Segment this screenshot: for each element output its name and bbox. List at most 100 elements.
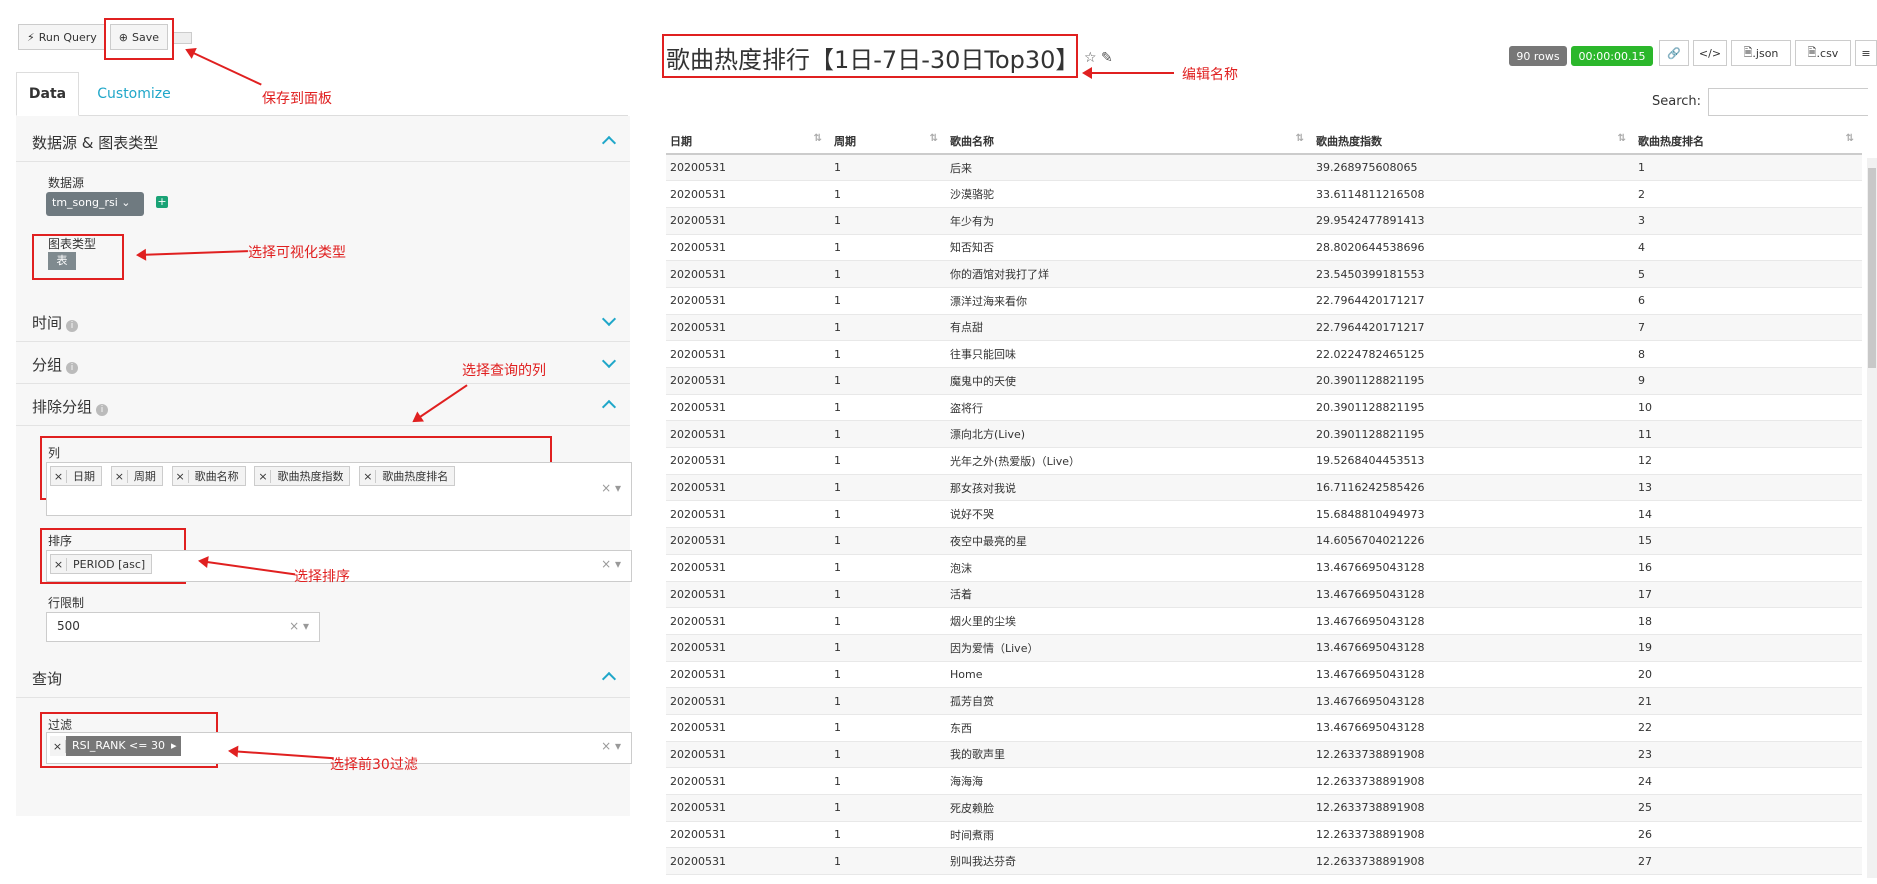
table-cell: 1 (830, 847, 946, 876)
edit-icon[interactable]: ✎ (1101, 50, 1113, 66)
table-row: 20200531 1 魔鬼中的天使 20.3901128821195 9 (666, 367, 1862, 395)
table-row: 20200531 1 有点甜 22.7964420171217 7 (666, 314, 1862, 342)
table-cell: 13.4676695043128 (1312, 714, 1634, 742)
table-cell: 20200531 (666, 260, 830, 288)
file-icon: 🗎 (1743, 45, 1753, 59)
search-label: Search: (1652, 94, 1702, 109)
menu-button[interactable]: ≡ (1855, 40, 1877, 66)
ordering-label: 排序 (48, 534, 73, 548)
columns-select[interactable]: × 日期 × 周期 × 歌曲名称 × 歌曲热度指数 × 歌曲热度排名 × ▾ (46, 462, 632, 516)
table-row: 20200531 1 时间煮雨 12.2633738891908 26 (666, 821, 1862, 849)
datasource-select[interactable]: tm_song_rsi ⌄ (46, 192, 144, 216)
filter-label: 过滤 (48, 718, 73, 732)
clear-icon[interactable]: × ▾ (601, 557, 621, 571)
table-cell: 22.7964420171217 (1312, 287, 1634, 315)
column-chip[interactable]: × 日期 (50, 466, 102, 486)
table-cell: 20200531 (666, 474, 830, 502)
table-cell: 时间煮雨 (946, 821, 1312, 849)
run-query-button[interactable]: ⚡ Run Query (18, 24, 106, 50)
table-cell: 20200531 (666, 714, 830, 742)
bolt-icon: ⚡ (27, 30, 35, 44)
annotation-columns: 选择查询的列 (462, 363, 546, 379)
chevron-up-icon (601, 671, 617, 687)
tab-customize[interactable]: Customize (79, 72, 189, 116)
column-header[interactable]: 歌曲热度排名 ⇅ (1634, 128, 1862, 155)
clear-icon[interactable]: × ▾ (289, 619, 309, 633)
table-cell: 往事只能回味 (946, 340, 1312, 368)
section-datasource[interactable]: 数据源 & 图表类型 (16, 122, 630, 162)
embed-button[interactable]: </> (1693, 40, 1727, 66)
table-cell: 1 (830, 394, 946, 422)
table-cell: 魔鬼中的天使 (946, 367, 1312, 395)
table-cell: 15 (1634, 527, 1862, 555)
table-cell: 12.2633738891908 (1312, 821, 1634, 849)
column-header[interactable]: 日期 ⇅ (666, 128, 830, 155)
table-cell: 1 (830, 661, 946, 689)
section-query[interactable]: 查询 (16, 658, 630, 698)
chart-title[interactable]: 歌曲热度排行【1日-7日-30日Top30】 (666, 40, 1079, 75)
row-limit-label: 行限制 (48, 596, 85, 610)
table-cell: 5 (1634, 260, 1862, 288)
table-row: 20200531 1 泡沫 13.4676695043128 16 (666, 554, 1862, 582)
column-chip[interactable]: × 周期 (110, 466, 163, 486)
table-cell: 1 (830, 821, 946, 849)
annotation-title: 编辑名称 (1182, 67, 1238, 83)
table-cell: 20.3901128821195 (1312, 367, 1634, 395)
table-cell: 13.4676695043128 (1312, 687, 1634, 715)
ordering-chip[interactable]: × PERIOD [asc] (50, 554, 153, 574)
table-cell: 2 (1634, 180, 1862, 208)
column-header[interactable]: 歌曲名称 ⇅ (946, 128, 1312, 155)
table-cell: 漂向北方(Live) (946, 420, 1312, 449)
scrollbar-thumb[interactable] (1868, 168, 1876, 368)
json-button[interactable] (172, 32, 192, 44)
column-chip[interactable]: × 歌曲热度指数 (254, 466, 351, 486)
column-chip[interactable]: × 歌曲热度排名 (359, 466, 456, 486)
chevron-up-icon (601, 135, 617, 151)
table-cell: 20200531 (666, 207, 830, 235)
row-limit-select[interactable]: 500 × ▾ (46, 612, 320, 642)
search-input[interactable] (1708, 88, 1868, 116)
column-header[interactable]: 周期 ⇅ (830, 128, 946, 155)
csv-download-button[interactable]: 🗎 .csv (1795, 40, 1851, 66)
column-header[interactable]: 歌曲热度指数 ⇅ (1312, 128, 1634, 155)
column-chip[interactable]: × 歌曲名称 (171, 466, 246, 486)
title-arrow (1082, 67, 1174, 79)
table-scrollbar[interactable] (1867, 158, 1877, 878)
data-form: 数据源 & 图表类型 数据源 tm_song_rsi ⌄ + 图表类型 表 选择… (16, 116, 632, 816)
clear-icon[interactable]: × ▾ (601, 739, 621, 753)
annotation-viz: 选择可视化类型 (248, 245, 346, 261)
table-cell: 13.4676695043128 (1312, 607, 1634, 635)
table-cell: 26 (1634, 821, 1862, 849)
link-icon: 🔗 (1667, 46, 1681, 60)
table-row: 20200531 1 沙漠骆驼 33.6114811216508 2 (666, 180, 1862, 208)
star-icon[interactable]: ☆ (1084, 50, 1097, 66)
table-cell: 别叫我达芬奇 (946, 847, 1312, 876)
sort-icon: ⇅ (1617, 132, 1626, 144)
json-download-button[interactable]: 🗎 .json (1731, 40, 1791, 66)
tab-data[interactable]: Data (16, 72, 79, 116)
table-cell: 12.2633738891908 (1312, 741, 1634, 769)
add-datasource-icon[interactable]: + (156, 196, 168, 208)
table-cell: 9 (1634, 367, 1862, 395)
timer-badge: 00:00:00.15 (1571, 46, 1653, 66)
table-row: 20200531 1 活着 13.4676695043128 17 (666, 581, 1862, 609)
table-cell: 27 (1634, 847, 1862, 876)
table-cell: 年少有为 (946, 207, 1312, 235)
section-not-group[interactable]: 排除分组 i (16, 386, 630, 426)
table-cell: 1 (830, 741, 946, 769)
filter-chip[interactable]: × RSI_RANK <= 30 ▸ (50, 736, 181, 756)
table-cell: 1 (830, 634, 946, 662)
chart-panel: 歌曲热度排行【1日-7日-30日Top30】 ☆ ✎ 编辑名称 90 rows … (646, 0, 1877, 884)
clear-icon[interactable]: × ▾ (601, 481, 621, 495)
table-row: 20200531 1 Home 13.4676695043128 20 (666, 661, 1862, 689)
section-time[interactable]: 时间 i (16, 302, 630, 342)
table-row: 20200531 1 东西 13.4676695043128 22 (666, 714, 1862, 742)
table-cell: 烟火里的尘埃 (946, 607, 1312, 635)
link-button[interactable]: 🔗 (1659, 40, 1689, 66)
table-cell: 后来 (946, 154, 1312, 182)
viz-type-value[interactable]: 表 (48, 252, 76, 270)
table-cell: 22.7964420171217 (1312, 314, 1634, 342)
table-row: 20200531 1 你的酒馆对我打了烊 23.5450399181553 5 (666, 260, 1862, 288)
table-cell: 20200531 (666, 661, 830, 689)
chevron-down-icon (601, 353, 617, 369)
